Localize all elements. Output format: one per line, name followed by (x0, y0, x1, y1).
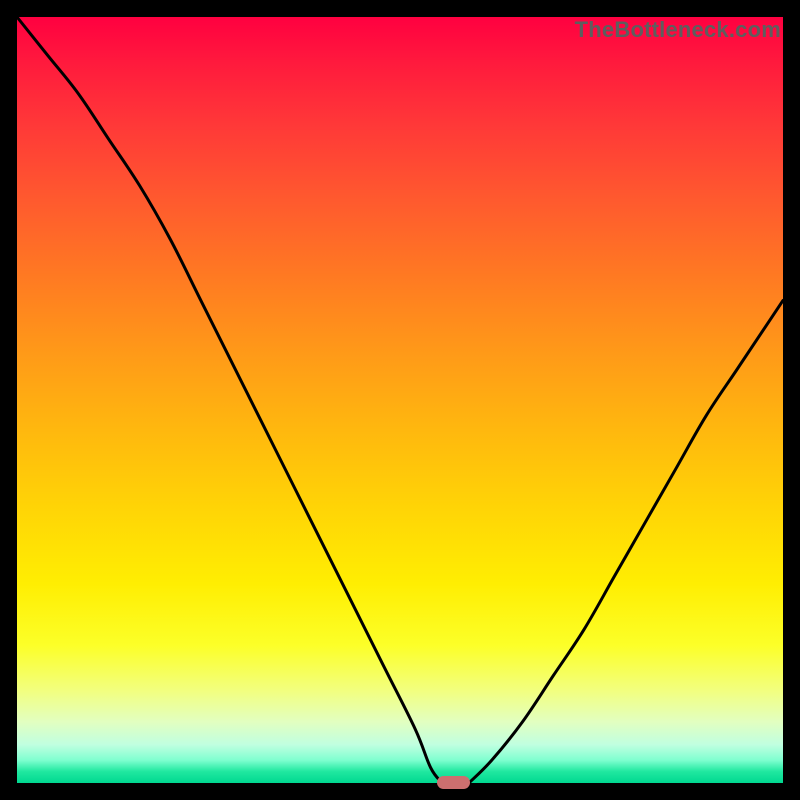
chart-frame: TheBottleneck.com (0, 0, 800, 800)
curve-svg (17, 17, 783, 783)
curve-right (469, 300, 783, 783)
bottleneck-marker (437, 776, 471, 789)
curve-left (17, 17, 442, 783)
plot-area: TheBottleneck.com (17, 17, 783, 783)
